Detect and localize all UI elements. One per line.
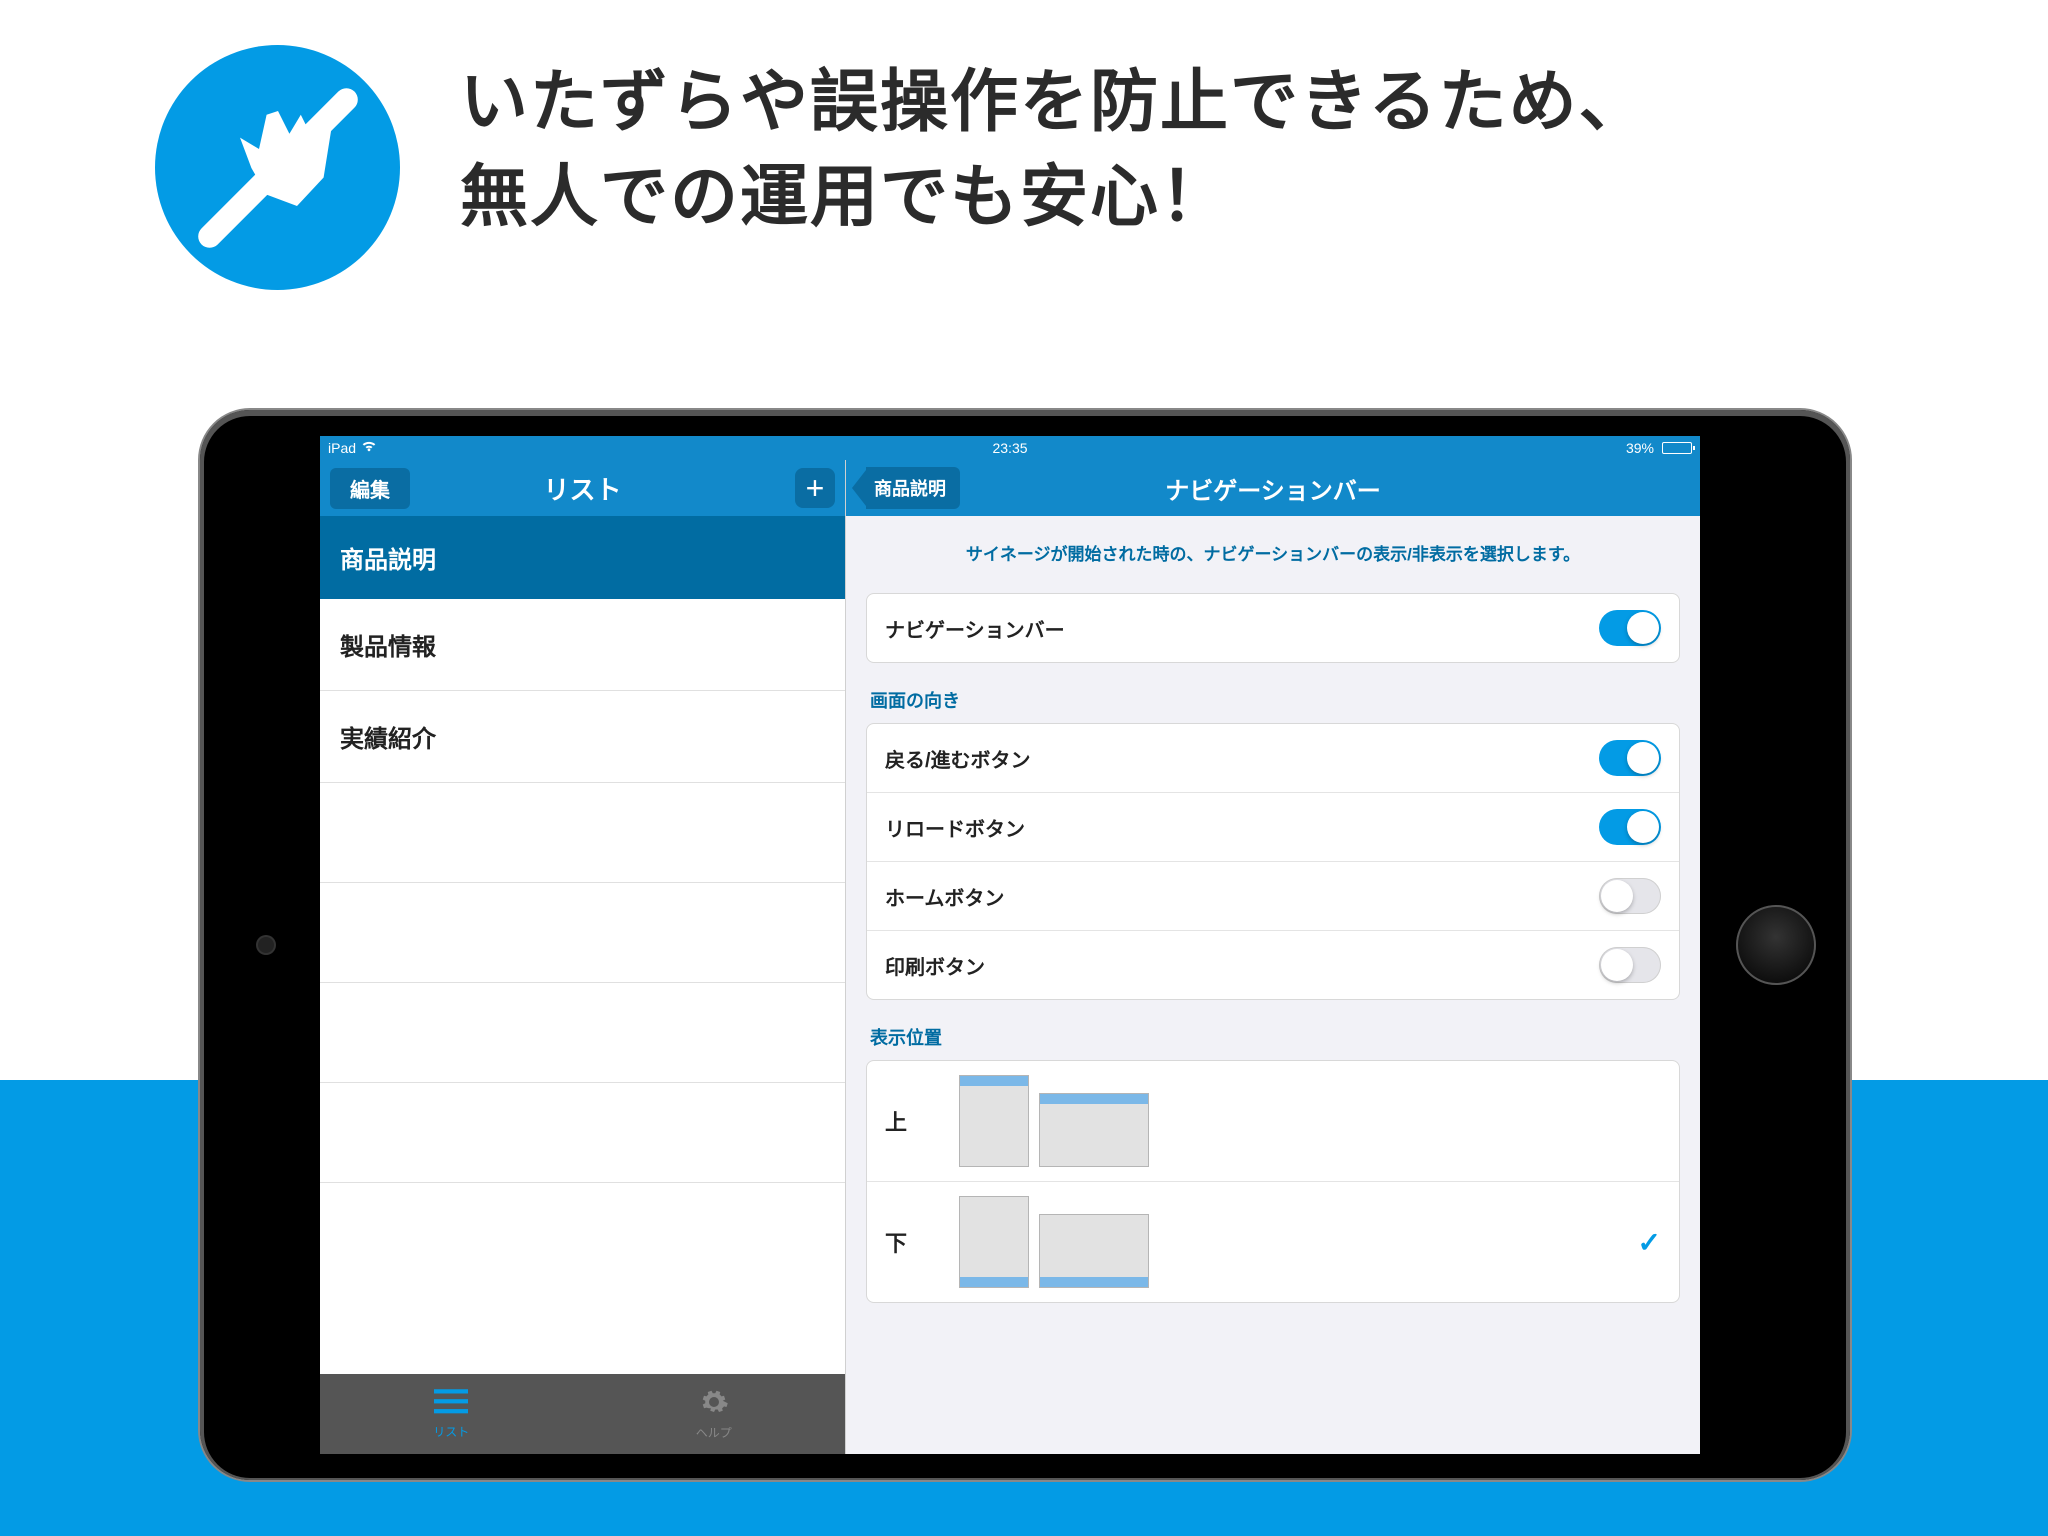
battery-percent: 39% [1626,440,1654,456]
list-placeholder [320,983,845,1083]
home-toggle[interactable] [1599,878,1661,914]
reload-toggle[interactable] [1599,809,1661,845]
print-label: 印刷ボタン [885,951,985,980]
back-button-label: 商品説明 [866,467,960,509]
tab-help[interactable]: ヘルプ [583,1374,846,1454]
headline-line-1: いたずらや誤操作を防止できるため、 [460,55,1649,150]
status-bar: iPad 23:35 39% [320,436,1700,460]
reload-cell: リロードボタン [867,793,1679,862]
list-placeholder [320,783,845,883]
wifi-icon [362,440,376,456]
clock: 23:35 [992,440,1027,456]
home-button[interactable] [1736,905,1816,985]
print-toggle[interactable] [1599,947,1661,983]
detail-panel: 商品説明 ナビゲーションバー サイネージが開始された時の、ナビゲーションバーの表… [846,460,1700,1454]
ipad-frame: iPad 23:35 39% 編集 リスト + 商品説明 [200,410,1850,1480]
tab-help-label: ヘルプ [696,1424,732,1441]
position-bottom-cell[interactable]: 下 ✓ [867,1182,1679,1302]
navbar-toggle[interactable] [1599,610,1661,646]
sidebar-list: 製品情報 実績紹介 [320,599,845,1374]
section-orientation-header: 画面の向き [870,687,1680,713]
headline-line-2: 無人での運用でも安心！ [460,150,1649,245]
home-label: ホームボタン [885,882,1004,911]
edit-button[interactable]: 編集 [330,468,410,509]
no-touch-icon [155,45,400,290]
sidebar-item-works[interactable]: 実績紹介 [320,691,845,783]
list-icon [434,1388,468,1421]
detail-title: ナビゲーションバー [1165,471,1381,506]
back-forward-toggle[interactable] [1599,740,1661,776]
screen: iPad 23:35 39% 編集 リスト + 商品説明 [320,436,1700,1454]
home-cell: ホームボタン [867,862,1679,931]
print-cell: 印刷ボタン [867,931,1679,999]
position-top-thumbs [959,1075,1149,1167]
check-icon: ✓ [1638,1226,1661,1259]
section-position-header: 表示位置 [870,1024,1680,1050]
sidebar-item-product-info[interactable]: 製品情報 [320,599,845,691]
tab-bar: リスト ヘルプ [320,1374,845,1454]
instruction-text: サイネージが開始された時の、ナビゲーションバーの表示/非表示を選択します。 [866,516,1680,593]
position-top-cell[interactable]: 上 [867,1061,1679,1182]
back-forward-label: 戻る/進むボタン [885,744,1031,773]
headline: いたずらや誤操作を防止できるため、 無人での運用でも安心！ [460,55,1649,245]
navbar-toggle-group: ナビゲーションバー [866,593,1680,663]
sidebar-header: 編集 リスト + [320,460,845,516]
back-forward-cell: 戻る/進むボタン [867,724,1679,793]
battery-icon [1662,442,1692,454]
sidebar-title: リスト [543,470,621,507]
thumb-landscape-top [1039,1093,1149,1167]
navbar-toggle-cell: ナビゲーションバー [867,594,1679,662]
sidebar: 編集 リスト + 商品説明 製品情報 実績紹介 [320,460,846,1454]
position-bottom-thumbs [959,1196,1149,1288]
position-group: 上 下 ✓ [866,1060,1680,1303]
front-camera [258,937,274,953]
detail-header: 商品説明 ナビゲーションバー [846,460,1700,516]
reload-label: リロードボタン [885,813,1025,842]
tab-list[interactable]: リスト [320,1374,583,1454]
button-toggles-group: 戻る/進むボタン リロードボタン ホームボタン [866,723,1680,1000]
device-label: iPad [328,440,356,456]
list-placeholder [320,883,845,983]
thumb-portrait-top [959,1075,1029,1167]
position-bottom-label: 下 [885,1226,925,1258]
navbar-toggle-label: ナビゲーションバー [885,614,1065,643]
position-top-label: 上 [885,1105,925,1137]
tab-list-label: リスト [433,1423,469,1440]
gear-icon [699,1387,729,1422]
thumb-landscape-bottom [1039,1214,1149,1288]
sidebar-item-selected[interactable]: 商品説明 [320,516,845,599]
add-button[interactable]: + [795,468,835,508]
back-button[interactable]: 商品説明 [852,467,960,509]
list-placeholder [320,1083,845,1183]
thumb-portrait-bottom [959,1196,1029,1288]
chevron-left-icon [852,470,866,506]
